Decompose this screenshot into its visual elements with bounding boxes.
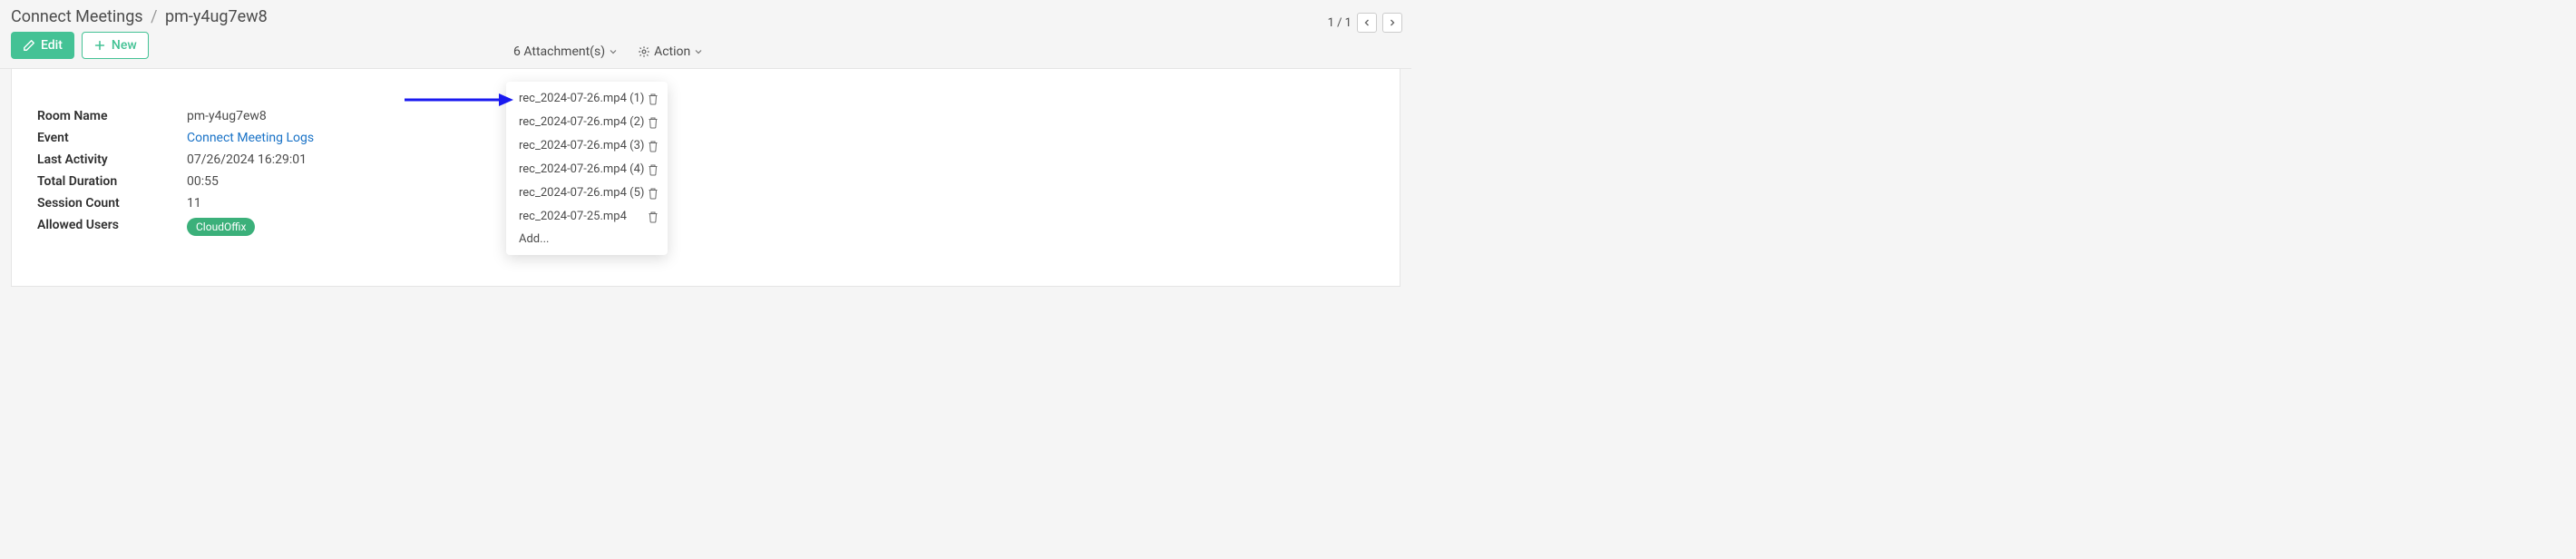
- field-label: Allowed Users: [37, 214, 187, 240]
- user-tag[interactable]: CloudOffix: [187, 218, 255, 236]
- action-label: Action: [654, 44, 690, 59]
- field-row-allowed-users: Allowed Users CloudOffix: [37, 214, 314, 240]
- trash-icon[interactable]: [648, 116, 659, 129]
- attachment-item[interactable]: rec_2024-07-26.mp4 (3): [506, 134, 668, 158]
- trash-icon[interactable]: [648, 211, 659, 223]
- field-row-last-activity: Last Activity 07/26/2024 16:29:01: [37, 149, 314, 171]
- breadcrumb-root-link[interactable]: Connect Meetings: [11, 7, 143, 26]
- field-label: Session Count: [37, 192, 187, 214]
- breadcrumb-current: pm-y4ug7ew8: [165, 7, 268, 26]
- annotation-arrow: [405, 91, 513, 109]
- pager-text: 1 / 1: [1328, 16, 1351, 30]
- pager-prev-button[interactable]: [1357, 13, 1377, 33]
- attachment-item[interactable]: rec_2024-07-26.mp4 (1): [506, 87, 668, 111]
- gear-icon: [638, 45, 650, 58]
- field-value: 11: [187, 192, 314, 214]
- chevron-right-icon: [1388, 18, 1397, 27]
- field-row-total-duration: Total Duration 00:55: [37, 171, 314, 192]
- attachment-item[interactable]: rec_2024-07-25.mp4: [506, 205, 668, 229]
- trash-icon[interactable]: [648, 187, 659, 200]
- trash-icon[interactable]: [648, 140, 659, 152]
- breadcrumb: Connect Meetings / pm-y4ug7ew8: [11, 7, 1400, 26]
- field-value: 07/26/2024 16:29:01: [187, 149, 314, 171]
- field-label: Room Name: [37, 105, 187, 127]
- attachment-item[interactable]: rec_2024-07-26.mp4 (2): [506, 111, 668, 134]
- field-row-room-name: Room Name pm-y4ug7ew8: [37, 105, 314, 127]
- attachment-item[interactable]: rec_2024-07-26.mp4 (5): [506, 181, 668, 205]
- attachment-filename: rec_2024-07-25.mp4: [519, 209, 648, 225]
- new-button-label: New: [112, 38, 137, 53]
- event-link[interactable]: Connect Meeting Logs: [187, 131, 314, 145]
- breadcrumb-separator: /: [151, 7, 157, 26]
- attachment-item[interactable]: rec_2024-07-26.mp4 (4): [506, 158, 668, 181]
- attachments-dropdown-toggle[interactable]: 6 Attachment(s): [513, 44, 618, 59]
- attachment-filename: rec_2024-07-26.mp4 (4): [519, 162, 648, 178]
- attachments-dropdown: rec_2024-07-26.mp4 (1) rec_2024-07-26.mp…: [506, 82, 668, 255]
- chevron-left-icon: [1362, 18, 1371, 27]
- trash-icon[interactable]: [648, 93, 659, 105]
- attachment-filename: rec_2024-07-26.mp4 (2): [519, 114, 648, 131]
- toolbar: Edit New: [11, 32, 1400, 59]
- edit-button[interactable]: Edit: [11, 32, 74, 59]
- attachment-add[interactable]: Add...: [506, 229, 668, 250]
- field-label: Event: [37, 127, 187, 149]
- trash-icon[interactable]: [648, 163, 659, 176]
- field-row-session-count: Session Count 11: [37, 192, 314, 214]
- attachments-label: 6 Attachment(s): [513, 44, 605, 59]
- pencil-icon: [23, 39, 35, 52]
- field-value: pm-y4ug7ew8: [187, 105, 314, 127]
- edit-button-label: Edit: [41, 38, 63, 53]
- record-card: Room Name pm-y4ug7ew8 Event Connect Meet…: [11, 69, 1400, 287]
- page-header: Connect Meetings / pm-y4ug7ew8 Edit New …: [0, 0, 1411, 69]
- field-row-event: Event Connect Meeting Logs: [37, 127, 314, 149]
- form-table: Room Name pm-y4ug7ew8 Event Connect Meet…: [37, 105, 314, 240]
- pager: 1 / 1: [1328, 13, 1402, 33]
- attachment-filename: rec_2024-07-26.mp4 (3): [519, 138, 648, 154]
- chevron-down-icon: [609, 47, 618, 56]
- plus-icon: [93, 39, 106, 52]
- pager-next-button[interactable]: [1382, 13, 1402, 33]
- new-button[interactable]: New: [82, 32, 149, 59]
- attachment-filename: rec_2024-07-26.mp4 (5): [519, 185, 648, 201]
- attachment-filename: rec_2024-07-26.mp4 (1): [519, 91, 648, 107]
- action-dropdown-toggle[interactable]: Action: [638, 44, 703, 59]
- center-actions: 6 Attachment(s) Action: [513, 44, 703, 59]
- field-value: 00:55: [187, 171, 314, 192]
- field-label: Last Activity: [37, 149, 187, 171]
- field-label: Total Duration: [37, 171, 187, 192]
- chevron-down-icon: [694, 47, 703, 56]
